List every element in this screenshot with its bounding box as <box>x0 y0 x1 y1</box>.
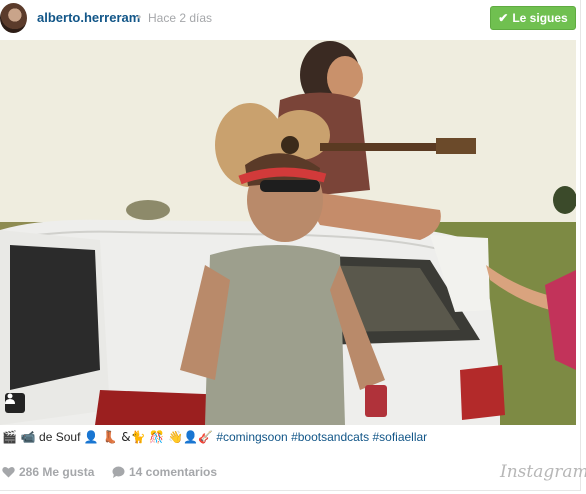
comments-count[interactable]: 14 comentarios <box>112 465 217 479</box>
post-footer: 286 Me gusta 14 comentarios Instagram <box>0 458 586 488</box>
separator-dot: • <box>137 10 142 24</box>
post-time: Hace 2 días <box>148 11 213 25</box>
caption-text: de Souf <box>39 430 81 444</box>
follow-button-label: Le sigues <box>512 11 568 25</box>
heart-icon <box>2 467 15 478</box>
likes-label: 286 Me gusta <box>19 465 95 479</box>
hashtag-link[interactable]: #comingsoon <box>216 430 287 444</box>
username-link[interactable]: alberto.herreram <box>37 10 140 25</box>
photo-illustration <box>0 40 576 425</box>
post-header: alberto.herreram • Hace 2 días ✔ Le sigu… <box>0 0 580 38</box>
instagram-logo[interactable]: Instagram <box>500 462 586 482</box>
avatar[interactable] <box>0 3 27 33</box>
comments-label: 14 comentarios <box>129 465 218 479</box>
post-caption: 🎬 📹 de Souf 👤 👢 &🐈 🎊 👋👤🎸 #comingsoon #bo… <box>2 430 576 448</box>
instagram-embed-card: alberto.herreram • Hace 2 días ✔ Le sigu… <box>0 0 586 491</box>
caption-emoji-prefix: 🎬 📹 <box>2 430 36 444</box>
hashtag-link[interactable]: #sofiaellar <box>372 430 427 444</box>
post-photo[interactable] <box>0 40 576 425</box>
likes-count[interactable]: 286 Me gusta <box>2 465 94 479</box>
user-tag-icon[interactable] <box>5 393 25 413</box>
caption-emoji-run: 👤 👢 &🐈 🎊 👋👤🎸 <box>83 430 213 444</box>
follow-button[interactable]: ✔ Le sigues <box>490 6 576 30</box>
check-icon: ✔ <box>498 11 509 25</box>
hashtag-link[interactable]: #bootsandcats <box>291 430 369 444</box>
comment-bubble-icon <box>112 466 125 478</box>
